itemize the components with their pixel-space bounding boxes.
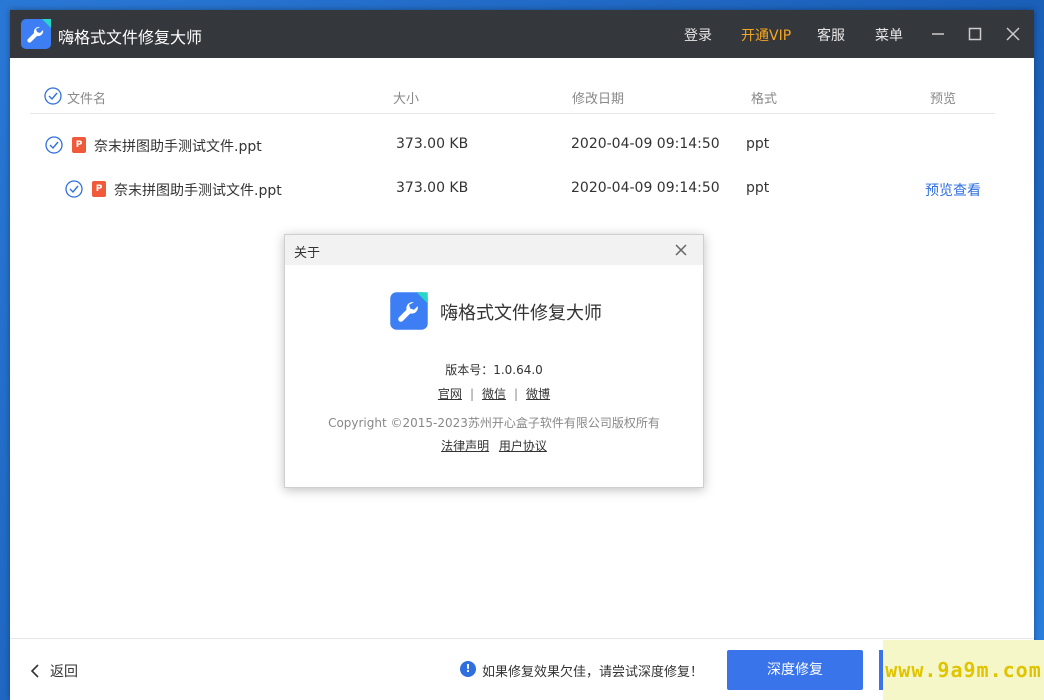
- file-date: 2020-04-09 09:14:50: [571, 180, 720, 196]
- legal-link[interactable]: 法律声明: [441, 439, 489, 453]
- table-header: 文件名 大小 修改日期 格式 预览: [30, 68, 995, 114]
- header-date: 修改日期: [572, 92, 625, 107]
- dialog-title: 关于: [294, 246, 321, 261]
- weibo-link[interactable]: 微博: [526, 387, 550, 401]
- file-size: 373.00 KB: [396, 180, 469, 196]
- chevron-left-icon: [30, 664, 39, 678]
- close-icon[interactable]: [1003, 24, 1023, 44]
- hint-text: 如果修复效果欠佳，请尝试深度修复！: [482, 665, 704, 680]
- file-format: ppt: [746, 180, 770, 196]
- back-label: 返回: [50, 664, 78, 680]
- table-row[interactable]: P 奈末拼图助手测试文件.ppt 373.00 KB 2020-04-09 09…: [10, 136, 1034, 180]
- menu-button[interactable]: 菜单: [875, 25, 903, 45]
- row-check-icon[interactable]: [45, 136, 63, 154]
- title-bar: 嗨格式文件修复大师 登录 开通VIP 客服 菜单: [10, 10, 1034, 58]
- service-button[interactable]: 客服: [817, 25, 845, 45]
- about-dialog: 关于 嗨格式文件修复大师 版本号：1.0.64.0 官网 | 微信 | 微博 Copyr…: [284, 234, 704, 488]
- info-icon: !: [460, 661, 476, 677]
- dialog-title-bar: 关于: [285, 235, 703, 265]
- maximize-icon[interactable]: [965, 24, 985, 44]
- back-button[interactable]: 返回: [30, 661, 78, 681]
- copyright-text: Copyright ©2015-2023苏州开心盒子软件有限公司版权所有: [328, 416, 660, 430]
- agreement-link[interactable]: 用户协议: [499, 439, 547, 453]
- dialog-close-icon[interactable]: [673, 242, 689, 258]
- footer-bar: 返回 ! 如果修复效果欠佳，请尝试深度修复！ 深度修复: [10, 638, 1034, 700]
- header-preview: 预览: [930, 92, 957, 107]
- dialog-app-name: 嗨格式文件修复大师: [440, 303, 602, 324]
- file-size: 373.00 KB: [396, 136, 469, 152]
- minimize-icon[interactable]: [928, 24, 948, 44]
- preview-link[interactable]: 预览查看: [925, 180, 981, 200]
- watermark: www.9a9m.com: [883, 640, 1044, 700]
- app-title: 嗨格式文件修复大师: [58, 28, 203, 47]
- wechat-link[interactable]: 微信: [482, 387, 506, 401]
- dialog-links: 官网 | 微信 | 微博: [437, 387, 551, 401]
- row-check-icon[interactable]: [65, 180, 83, 198]
- table-row[interactable]: P 奈末拼图助手测试文件.ppt 373.00 KB 2020-04-09 09…: [10, 180, 1034, 224]
- version-text: 版本号：1.0.64.0: [445, 363, 543, 377]
- file-name: 奈末拼图助手测试文件.ppt: [114, 183, 282, 199]
- ppt-file-icon: P: [92, 181, 106, 197]
- main-window: 嗨格式文件修复大师 登录 开通VIP 客服 菜单 文件名 大小 修改日期 格式 …: [10, 10, 1034, 700]
- deep-repair-button[interactable]: 深度修复: [727, 650, 863, 690]
- login-button[interactable]: 登录: [684, 25, 712, 45]
- legal-links: 法律声明 用户协议: [285, 437, 703, 454]
- vip-button[interactable]: 开通VIP: [741, 25, 791, 45]
- header-size: 大小: [393, 92, 420, 107]
- website-link[interactable]: 官网: [438, 387, 462, 401]
- file-format: ppt: [746, 136, 770, 152]
- select-all-check-icon[interactable]: [44, 87, 62, 105]
- file-name: 奈末拼图助手测试文件.ppt: [94, 139, 262, 155]
- app-logo-icon: [21, 19, 51, 49]
- file-date: 2020-04-09 09:14:50: [571, 136, 720, 152]
- header-format: 格式: [751, 92, 778, 107]
- header-name: 文件名: [67, 92, 107, 107]
- dialog-app-logo-icon: [390, 292, 428, 330]
- ppt-file-icon: P: [72, 137, 86, 153]
